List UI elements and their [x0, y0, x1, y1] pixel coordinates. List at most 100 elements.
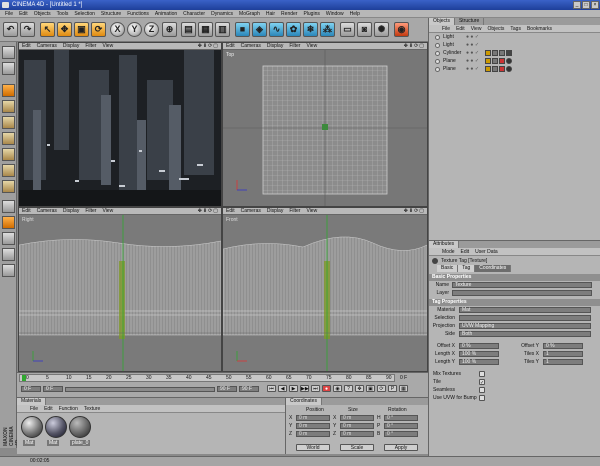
object-row[interactable]: Plane ● ● ✓ — [429, 65, 600, 73]
texture-tag-icon[interactable] — [485, 50, 491, 56]
menu-tools[interactable]: Tools — [54, 10, 72, 18]
size-z-field[interactable]: 0 m — [340, 431, 374, 437]
viewport-nav-icons[interactable]: ✥⬇⟳▢ — [195, 208, 221, 215]
z-axis-button[interactable]: Z — [144, 22, 159, 37]
render-view-button[interactable]: ▤ — [181, 22, 196, 37]
points-mode-button[interactable] — [2, 116, 15, 129]
move-button[interactable]: ✥ — [57, 22, 72, 37]
light-button[interactable]: ✺ — [374, 22, 389, 37]
tweak-mode-button[interactable] — [2, 180, 15, 193]
snap-button[interactable] — [2, 200, 15, 213]
object-row[interactable]: Plane ● ● ✓ — [429, 57, 600, 65]
viewport-menu-cameras[interactable]: Cameras — [34, 208, 60, 215]
min-frame-field[interactable]: 0 F — [43, 386, 63, 392]
rotate-button[interactable]: ⟳ — [91, 22, 106, 37]
offset-y-field[interactable]: 0 % — [543, 343, 583, 349]
material-swatch[interactable] — [45, 416, 67, 438]
goto-end-button[interactable]: ⏭ — [311, 385, 320, 392]
menu-render[interactable]: Render — [278, 10, 300, 18]
layer-field[interactable] — [452, 290, 592, 296]
om-menu-view[interactable]: View — [468, 26, 485, 32]
object-mode-button[interactable] — [2, 84, 15, 97]
visibility-dots[interactable]: ● ● ✓ — [466, 42, 479, 48]
render-settings-button[interactable]: ▥ — [215, 22, 230, 37]
warning-tag-icon[interactable] — [499, 66, 505, 72]
viewport-front[interactable]: Edit Cameras Display Filter View ✥⬇⟳▢ Fr… — [222, 207, 428, 372]
mat-menu-edit[interactable]: Edit — [41, 406, 56, 412]
scene-button[interactable]: ◉ — [394, 22, 409, 37]
scale-key-button[interactable]: ▣ — [366, 385, 375, 392]
tile-checkbox[interactable]: ✓ — [479, 379, 485, 386]
coordinate-system-button[interactable]: ⊕ — [162, 22, 177, 37]
param-key-button[interactable]: P — [388, 385, 397, 392]
object-row[interactable]: Light ● ● ✓ — [429, 33, 600, 41]
position-key-button[interactable]: ✥ — [355, 385, 364, 392]
viewport-nav-icons[interactable]: ✥⬇⟳▢ — [195, 43, 221, 50]
mograph-button[interactable]: ⁂ — [320, 22, 335, 37]
viewport-menu-cameras[interactable]: Cameras — [34, 43, 60, 50]
menu-help[interactable]: Help — [347, 10, 363, 18]
max-frame-field[interactable]: 90 F — [239, 386, 259, 392]
viewport-top[interactable]: Edit Cameras Display Filter View ✥⬇⟳▢ To… — [222, 42, 428, 207]
object-row[interactable]: Cylinder ● ● ✓ — [429, 49, 600, 57]
make-editable-button[interactable] — [2, 46, 15, 59]
material-tag-icon[interactable] — [506, 50, 512, 56]
autokey-button[interactable]: ◉ — [333, 385, 342, 392]
edges-mode-button[interactable] — [2, 132, 15, 145]
om-menu-edit[interactable]: Edit — [453, 26, 468, 32]
world-dropdown[interactable]: World — [296, 444, 330, 451]
sculpt-mode-button[interactable] — [2, 264, 15, 277]
visibility-dots[interactable]: ● ● ✓ — [466, 50, 479, 56]
viewport-right[interactable]: Edit Cameras Display Filter View ✥⬇⟳▢ Ri… — [18, 207, 222, 372]
viewport-menu-view[interactable]: View — [303, 208, 320, 215]
menu-plugins[interactable]: Plugins — [300, 10, 322, 18]
viewport-menu-view[interactable]: View — [99, 208, 116, 215]
viewport-perspective[interactable]: Edit Cameras Display Filter View ✥⬇⟳▢ — [18, 42, 222, 207]
viewport-menu-view[interactable]: View — [303, 43, 320, 50]
viewport-menu-filter[interactable]: Filter — [286, 43, 303, 50]
seamless-checkbox[interactable] — [479, 387, 485, 393]
menu-edit[interactable]: Edit — [16, 10, 31, 18]
warning-tag-icon[interactable] — [499, 58, 505, 64]
texture-tag-icon[interactable] — [492, 66, 498, 72]
model-mode-button[interactable] — [2, 62, 15, 75]
menu-file[interactable]: File — [2, 10, 16, 18]
x-axis-button[interactable]: X — [110, 22, 125, 37]
position-x-field[interactable]: 0 m — [296, 415, 330, 421]
spline-button[interactable]: ∿ — [269, 22, 284, 37]
deformer-button[interactable]: ❄ — [303, 22, 318, 37]
undo-button[interactable]: ↶ — [3, 22, 18, 37]
length-x-field[interactable]: 100 % — [459, 351, 499, 357]
cube-button[interactable]: ■ — [235, 22, 250, 37]
projection-dropdown[interactable]: UVW Mapping — [459, 323, 591, 329]
viewport-menu-view[interactable]: View — [99, 43, 116, 50]
tab-tag[interactable]: Tag — [458, 265, 476, 272]
rotation-h-field[interactable]: 0 ° — [384, 415, 418, 421]
texture-tag-icon[interactable] — [492, 58, 498, 64]
texture-tag-icon[interactable] — [485, 66, 491, 72]
paint-mode-button[interactable] — [2, 248, 15, 261]
y-axis-button[interactable]: Y — [127, 22, 142, 37]
menu-dynamics[interactable]: Dynamics — [208, 10, 236, 18]
next-frame-button[interactable]: ▶▶ — [300, 385, 309, 392]
workplane-button[interactable] — [2, 216, 15, 229]
menu-mograph[interactable]: MoGraph — [236, 10, 263, 18]
viewport-menu-display[interactable]: Display — [264, 208, 286, 215]
animation-mode-button[interactable] — [2, 232, 15, 245]
viewport-menu-display[interactable]: Display — [264, 43, 286, 50]
visibility-dots[interactable]: ● ● ✓ — [466, 34, 479, 40]
om-menu-objects[interactable]: Objects — [484, 26, 507, 32]
rotation-p-field[interactable]: 0 ° — [384, 423, 418, 429]
name-field[interactable]: Texture — [452, 282, 592, 288]
material-swatch[interactable] — [21, 416, 43, 438]
position-y-field[interactable]: 0 m — [296, 423, 330, 429]
scale-button[interactable]: ▣ — [74, 22, 89, 37]
mix-checkbox[interactable] — [479, 371, 485, 377]
material-field[interactable]: Mat — [459, 307, 591, 313]
scale-dropdown[interactable]: Scale — [340, 444, 374, 451]
prev-frame-button[interactable]: ◀ — [278, 385, 287, 392]
visibility-dots[interactable]: ● ● ✓ — [466, 66, 479, 72]
material-swatch[interactable] — [69, 416, 91, 438]
size-x-field[interactable]: 0 m — [340, 415, 374, 421]
viewport-menu-edit[interactable]: Edit — [223, 208, 238, 215]
